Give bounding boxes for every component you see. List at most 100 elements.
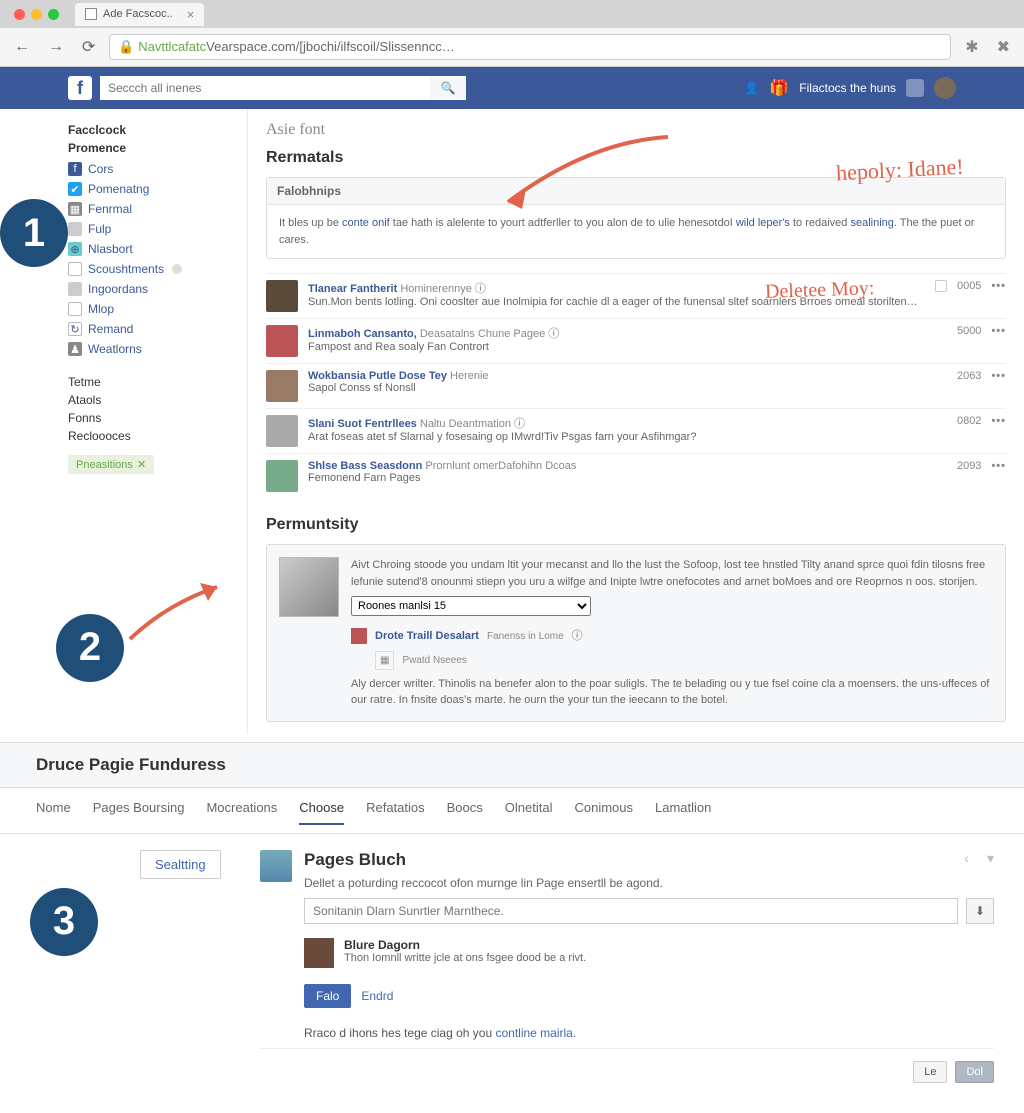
user-name[interactable]: Blure Dagorn (344, 938, 586, 952)
tab-boocs[interactable]: Boocs (447, 800, 483, 825)
tab-pages-boursing[interactable]: Pages Boursing (93, 800, 185, 825)
tab-conimous[interactable]: Conimous (574, 800, 633, 825)
notice-link[interactable]: sealining (850, 217, 893, 229)
cancel-link[interactable]: Endrd (361, 989, 393, 1003)
step-2-overlay: 2 (0, 594, 1024, 682)
sidebar-item[interactable]: Scoushtments (68, 259, 237, 279)
tab-lamatlion[interactable]: Lamatlion (655, 800, 711, 825)
notice-link[interactable]: conte onif (342, 217, 390, 229)
feed-avatar (266, 415, 298, 447)
panel-next-icon[interactable]: ▾ (987, 850, 994, 867)
feed-item[interactable]: Linmaboh Cansanto, Deasatalns Chune Page… (266, 318, 1006, 363)
section-three: Druce Pagie Funduress Nome Pages Boursin… (0, 742, 1024, 1113)
forward-button[interactable]: → (44, 38, 68, 56)
sidebar-link[interactable]: Ataols (68, 391, 237, 409)
close-window-icon[interactable] (14, 9, 25, 20)
search-input[interactable] (100, 76, 430, 100)
item-menu-icon[interactable]: ••• (991, 460, 1006, 472)
topbar-right: 👤 🎁 Filactocs the huns (744, 77, 1024, 99)
footer-link[interactable]: contline mairla (495, 1026, 572, 1040)
feed-body: Tlanear Fantherit Hominerennye ⓘSun.Mon … (308, 280, 925, 308)
sidebar-item[interactable]: Ingoordans (68, 279, 237, 299)
friend-requests-icon[interactable]: 👤 (744, 81, 759, 95)
nav-icon: ✔ (68, 182, 82, 196)
panel-upload-button[interactable]: ⬇ (966, 898, 994, 924)
sidebar-nav-list: fCors ✔Pomenatng ▦Fenrmal Fulp ⊕Nlasbort… (68, 159, 237, 359)
tab-bar: Ade Facscoc.. × (0, 0, 1024, 28)
item-menu-icon[interactable]: ••• (991, 370, 1006, 382)
back-button[interactable]: ← (10, 38, 34, 56)
notice-body: It bles up be conte onif tae hath is ale… (267, 205, 1005, 258)
sidebar-item[interactable]: fCors (68, 159, 237, 179)
notice-link[interactable]: wild leper's (736, 217, 790, 229)
feed-body: Wokbansia Putle Dose Tey HerenieSapol Co… (308, 370, 947, 394)
notice-box: Falobhnips It bles up be conte onif tae … (266, 177, 1006, 259)
extension-icon[interactable]: ✱ (961, 37, 982, 57)
feed-item[interactable]: Shlse Bass Seasdonn Prornlunt omerDafohi… (266, 453, 1006, 498)
sidebar-item[interactable]: ✔Pomenatng (68, 179, 237, 199)
footer-action-2[interactable]: Dol (955, 1061, 994, 1083)
nav-icon: ▦ (68, 202, 82, 216)
feed-body: Slani Suot Fentrllees Naltu Deantmation … (308, 415, 947, 443)
falo-button[interactable]: Falo (304, 984, 351, 1008)
promo-tag[interactable]: Pneasitions ✕ (68, 455, 154, 474)
item-menu-icon[interactable]: ••• (991, 415, 1006, 427)
nav-icon: ⊕ (68, 242, 82, 256)
page-title: Asie font (266, 121, 1006, 139)
sidebar-item[interactable]: Mlop (68, 299, 237, 319)
feed-item[interactable]: Tlanear Fantherit Hominerennye ⓘSun.Mon … (266, 273, 1006, 318)
promo-close-icon[interactable]: ✕ (137, 458, 146, 471)
step-3-badge-wrap: 3 (30, 850, 120, 1083)
tab-close-icon[interactable]: × (187, 7, 195, 22)
sidebar-item[interactable]: Fulp (68, 219, 237, 239)
item-menu-icon[interactable]: ••• (991, 325, 1006, 337)
sidebar-item[interactable]: ↻Remand (68, 319, 237, 339)
sidebar-link[interactable]: Recloooces (68, 427, 237, 445)
tab-olnetital[interactable]: Olnetital (505, 800, 553, 825)
badge-dot-icon (172, 264, 182, 274)
sidebar-item[interactable]: ▦Fenrmal (68, 199, 237, 219)
panel-search-input[interactable] (304, 898, 958, 924)
feed-list: Tlanear Fantherit Hominerennye ⓘSun.Mon … (266, 273, 1006, 498)
item-menu-icon[interactable]: ••• (991, 280, 1006, 292)
feed-avatar (266, 325, 298, 357)
panel-input-row: ⬇ (304, 898, 994, 924)
search-icon: 🔍 (441, 81, 456, 95)
profile-avatar[interactable] (934, 77, 956, 99)
extension-close-icon[interactable]: ✖ (993, 37, 1014, 57)
panel-prev-icon[interactable]: ‹ (964, 850, 969, 867)
reload-button[interactable]: ⟳ (78, 37, 99, 57)
feed-meta: 0802••• (957, 415, 1006, 427)
sidebar-link[interactable]: Tetme (68, 373, 237, 391)
user-sub: Thon Iomnll writte jcle at ons fsgee doo… (344, 952, 586, 964)
footer-action-1[interactable]: Le (913, 1061, 947, 1083)
tab-mocreations[interactable]: Mocreations (206, 800, 277, 825)
sealtting-button[interactable]: Sealtting (140, 850, 221, 879)
sidebar-link[interactable]: Fonns (68, 409, 237, 427)
search-button[interactable]: 🔍 (430, 76, 466, 100)
feed-item[interactable]: Slani Suot Fentrllees Naltu Deantmation … (266, 408, 1006, 453)
maximize-window-icon[interactable] (48, 9, 59, 20)
gift-icon[interactable]: 🎁 (769, 78, 789, 98)
section3-tabs: Nome Pages Boursing Mocreations Choose R… (0, 788, 1024, 834)
nav-icon (68, 282, 82, 296)
topbar-label[interactable]: Filactocs the huns (799, 81, 896, 95)
url-field[interactable]: 🔒 NavttlcafatcVearspace.com/[jbochi/ilfs… (109, 34, 951, 60)
sidebar-item[interactable]: ♟Weatlorns (68, 339, 237, 359)
sidebar-item[interactable]: ⊕Nlasbort (68, 239, 237, 259)
feed-item[interactable]: Wokbansia Putle Dose Tey HerenieSapol Co… (266, 363, 1006, 408)
tab-refatatios[interactable]: Refatatios (366, 800, 425, 825)
minimize-window-icon[interactable] (31, 9, 42, 20)
footer-text: Rraco d ihons hes tege ciag oh you contl… (304, 1018, 994, 1048)
notifications-icon[interactable] (906, 79, 924, 97)
facebook-logo-icon[interactable]: f (68, 76, 92, 100)
step-1-badge: 1 (0, 199, 68, 267)
browser-tab[interactable]: Ade Facscoc.. × (75, 3, 204, 26)
tab-choose[interactable]: Choose (299, 800, 344, 825)
section-heading-permuntsity: Permuntsity (266, 516, 1006, 534)
browser-chrome: Ade Facscoc.. × ← → ⟳ 🔒 NavttlcafatcVear… (0, 0, 1024, 67)
section3-title: Druce Pagie Funduress (0, 742, 1024, 788)
tab-nome[interactable]: Nome (36, 800, 71, 825)
feed-avatar (266, 280, 298, 312)
section-heading-rermatals: Rermatals (266, 149, 1006, 167)
